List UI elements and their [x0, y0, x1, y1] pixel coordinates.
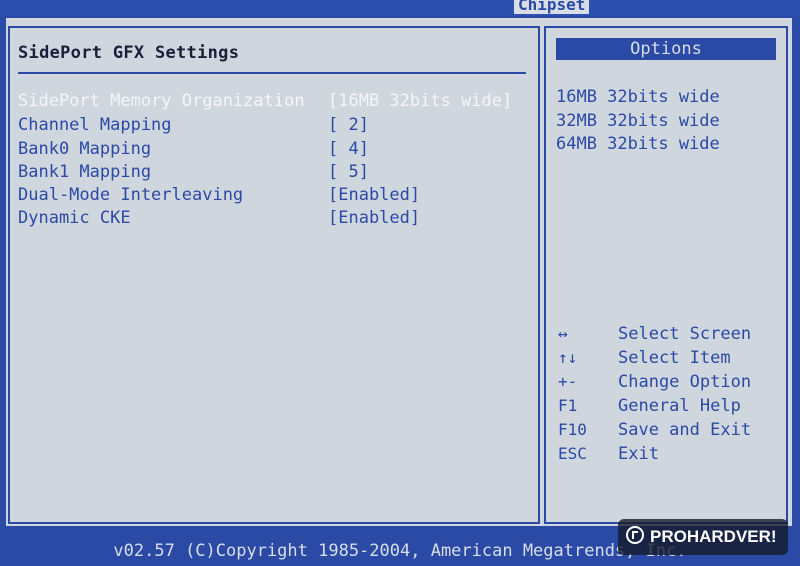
- help-select-screen: Select Screen: [618, 324, 752, 344]
- page-title: SidePort GFX Settings: [18, 43, 240, 63]
- help-change-option: Change Option: [618, 372, 752, 392]
- tab-chipset[interactable]: Chipset: [514, 0, 590, 14]
- help-save-and-exit: Save and Exit: [618, 420, 752, 440]
- setting-label: Dual-Mode Interleaving: [18, 185, 244, 205]
- setting-bank0-mapping[interactable]: Bank0 Mapping [ 4]: [18, 138, 518, 160]
- prohardver-logo-icon: [626, 526, 644, 544]
- setting-value[interactable]: [ 4]: [328, 138, 369, 160]
- setting-dual-mode-interleaving[interactable]: Dual-Mode Interleaving [Enabled]: [18, 184, 518, 206]
- setting-label: Dynamic CKE: [18, 208, 131, 228]
- setting-value[interactable]: [ 5]: [328, 161, 369, 183]
- watermark-badge: PROHARDVER!: [618, 519, 788, 555]
- help-key-esc: ESC: [558, 444, 587, 463]
- menu-bar: Chipset: [0, 0, 800, 16]
- setting-dynamic-cke[interactable]: Dynamic CKE [Enabled]: [18, 207, 518, 229]
- help-select-item: Select Item: [618, 348, 731, 368]
- setting-value[interactable]: [Enabled]: [328, 184, 420, 206]
- option-item[interactable]: 64MB 32bits wide: [556, 133, 720, 155]
- option-item[interactable]: 32MB 32bits wide: [556, 110, 720, 132]
- help-key-f1: F1: [558, 396, 578, 415]
- watermark-text: PROHARDVER!: [650, 527, 777, 546]
- setting-label: Bank1 Mapping: [18, 162, 152, 182]
- help-general-help: General Help: [618, 396, 741, 416]
- help-exit: Exit: [618, 444, 659, 464]
- setting-value[interactable]: [16MB 32bits wide]: [328, 90, 512, 112]
- setting-value[interactable]: [Enabled]: [328, 207, 420, 229]
- option-item[interactable]: 16MB 32bits wide: [556, 86, 720, 108]
- setting-label: Channel Mapping: [18, 115, 172, 135]
- setting-sideport-memory-organization[interactable]: SidePort Memory Organization [16MB 32bit…: [18, 90, 518, 112]
- bios-screen: Chipset SidePort GFX Settings SidePort M…: [0, 0, 800, 566]
- setting-bank1-mapping[interactable]: Bank1 Mapping [ 5]: [18, 161, 518, 183]
- setting-channel-mapping[interactable]: Channel Mapping [ 2]: [18, 114, 518, 136]
- setting-label: Bank0 Mapping: [18, 139, 152, 159]
- options-header: Options: [556, 38, 776, 60]
- help-key-f10: F10: [558, 420, 587, 439]
- title-divider: [18, 72, 526, 74]
- left-right-arrows-icon: ↔: [558, 324, 568, 343]
- plus-minus-icon: +-: [558, 372, 578, 391]
- up-down-arrows-icon: ↑↓: [558, 348, 578, 367]
- setting-value[interactable]: [ 2]: [328, 114, 369, 136]
- setting-label: SidePort Memory Organization: [18, 91, 305, 111]
